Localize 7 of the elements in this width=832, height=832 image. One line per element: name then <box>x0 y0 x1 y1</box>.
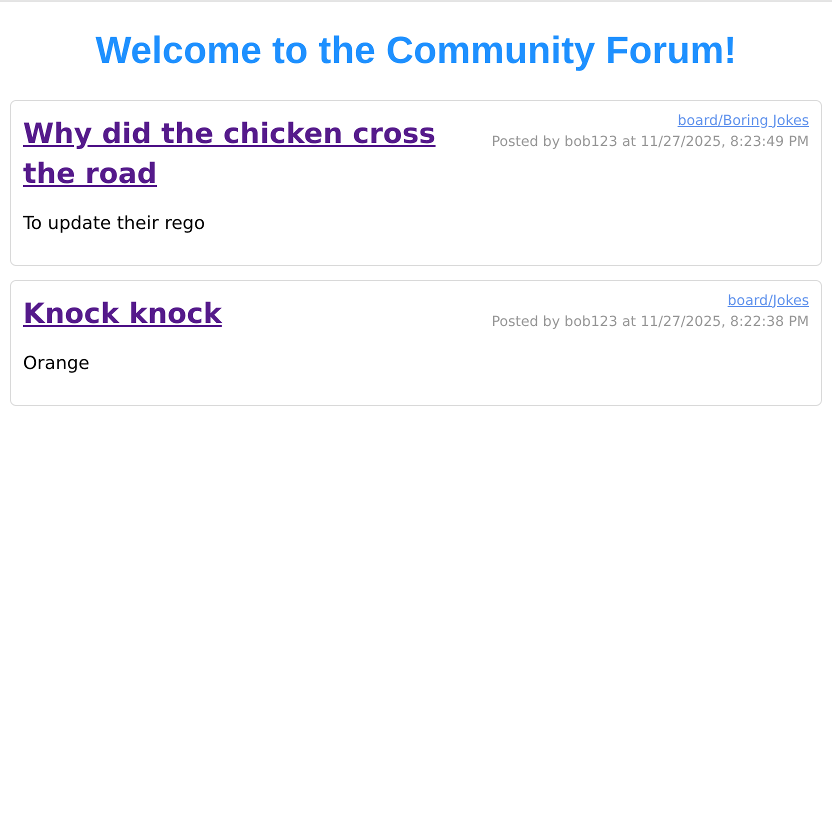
page-heading: Welcome to the Community Forum! <box>94 29 738 74</box>
post-body: To update their rego <box>23 212 206 236</box>
post-meta: Posted by bob123 at 11/27/2025, 8:23:49 PM <box>492 132 809 152</box>
post-meta: Posted by bob123 at 11/27/2025, 8:22:38 PM <box>492 312 809 332</box>
post-title-link[interactable]: Knock knock <box>23 294 463 334</box>
post-title-link[interactable]: Why did the chicken cross the road <box>23 114 463 194</box>
post-body: Orange <box>23 352 91 376</box>
